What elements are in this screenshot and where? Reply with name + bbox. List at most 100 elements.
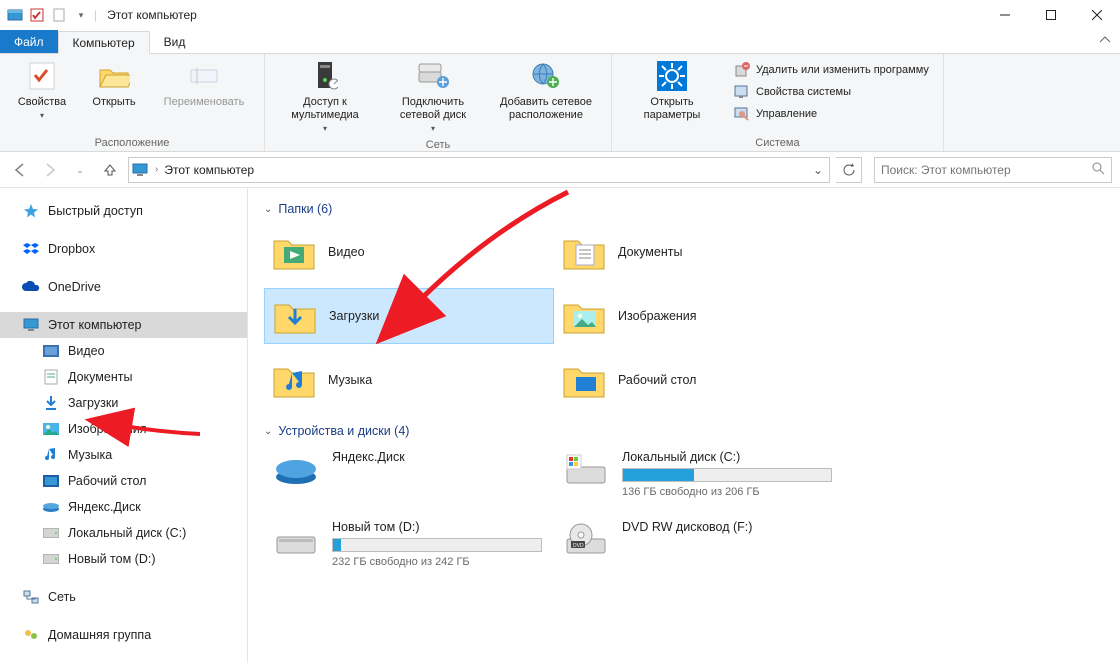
uninstall-label: Удалить или изменить программу	[756, 64, 929, 76]
chevron-right-icon[interactable]: ›	[153, 164, 160, 175]
map-drive-button[interactable]: Подключить сетевой диск ▾	[383, 58, 483, 137]
properties-label: Свойства	[18, 96, 66, 109]
folder-desktop-icon	[562, 358, 606, 402]
navigation-pane: Быстрый доступ Dropbox OneDrive Этот ком…	[0, 188, 248, 663]
search-box[interactable]	[874, 157, 1112, 183]
sidebar-homegroup[interactable]: Домашняя группа	[0, 622, 247, 648]
folder-docs-icon	[562, 230, 606, 274]
sidebar-local-c[interactable]: Локальный диск (C:)	[0, 520, 247, 546]
sidebar-downloads[interactable]: Загрузки	[0, 390, 247, 416]
qat-properties-icon[interactable]	[28, 6, 46, 24]
drive-icon	[42, 524, 60, 542]
folder-tile-pictures[interactable]: Изображения	[554, 288, 844, 344]
open-button[interactable]: Открыть	[82, 58, 146, 111]
maximize-button[interactable]	[1028, 0, 1074, 30]
sidebar-onedrive[interactable]: OneDrive	[0, 274, 247, 300]
sidebar-quick-access[interactable]: Быстрый доступ	[0, 198, 247, 224]
folder-tile-docs[interactable]: Документы	[554, 224, 844, 280]
sidebar-pictures-label: Изображения	[68, 422, 147, 436]
manage-label: Управление	[756, 108, 817, 120]
dvd-drive-icon: DVD	[562, 520, 610, 560]
drive-tile-d[interactable]: Новый том (D:) 232 ГБ свободно из 242 ГБ	[264, 516, 554, 572]
ribbon: Свойства ▾ Открыть Переименовать Располо…	[0, 54, 1120, 152]
sidebar-new-vol-d[interactable]: Новый том (D:)	[0, 546, 247, 572]
rename-icon	[188, 60, 220, 92]
folder-tile-music[interactable]: Музыка	[264, 352, 554, 408]
nav-forward-button[interactable]	[38, 158, 62, 182]
address-dropdown-icon[interactable]: ⌄	[809, 163, 827, 177]
sidebar-docs-label: Документы	[68, 370, 132, 384]
folder-tile-video[interactable]: Видео	[264, 224, 554, 280]
ribbon-collapse-icon[interactable]	[1090, 30, 1120, 53]
sidebar-yadisk[interactable]: Яндекс.Диск	[0, 494, 247, 520]
qat-blank-icon[interactable]	[50, 6, 68, 24]
sidebar-pictures[interactable]: Изображения	[0, 416, 247, 442]
sidebar-network-label: Сеть	[48, 590, 76, 604]
map-drive-label: Подключить сетевой диск	[400, 96, 466, 122]
open-settings-label: Открыть параметры	[644, 96, 701, 122]
media-access-button[interactable]: Доступ к мультимедиа ▾	[275, 58, 375, 137]
group-location-label: Расположение	[10, 135, 254, 149]
nav-recent-dropdown[interactable]: ⌄	[68, 158, 92, 182]
drives-group-header[interactable]: ⌄ Устройства и диски (4)	[264, 424, 1104, 438]
drive-d-free: 232 ГБ свободно из 242 ГБ	[332, 556, 546, 568]
document-icon	[42, 368, 60, 386]
open-settings-button[interactable]: Открыть параметры	[622, 58, 722, 124]
sidebar-desktop[interactable]: Рабочий стол	[0, 468, 247, 494]
folder-tile-desktop[interactable]: Рабочий стол	[554, 352, 844, 408]
sidebar-network[interactable]: Сеть	[0, 584, 247, 610]
network-globe-icon	[530, 60, 562, 92]
chevron-down-icon: ⌄	[264, 204, 272, 215]
media-tower-icon	[309, 60, 341, 92]
folder-desktop-label: Рабочий стол	[618, 373, 696, 387]
qat-dropdown-icon[interactable]: ▾	[72, 6, 90, 24]
tab-view[interactable]: Вид	[150, 30, 200, 53]
rename-button: Переименовать	[154, 58, 254, 111]
add-network-location-button[interactable]: Добавить сетевое расположение	[491, 58, 601, 124]
properties-button[interactable]: Свойства ▾	[10, 58, 74, 124]
sidebar-video[interactable]: Видео	[0, 338, 247, 364]
breadcrumb-this-pc[interactable]: Этот компьютер	[164, 163, 254, 177]
folder-tile-downloads[interactable]: Загрузки	[264, 288, 554, 344]
search-input[interactable]	[881, 163, 1071, 177]
folder-downloads-icon	[273, 294, 317, 338]
drive-d-label: Новый том (D:)	[332, 520, 546, 534]
chevron-down-icon: ⌄	[264, 426, 272, 437]
tab-computer[interactable]: Компьютер	[58, 31, 150, 54]
system-properties-button[interactable]: Свойства системы	[730, 82, 933, 102]
drive-tile-dvd[interactable]: DVD DVD RW дисковод (F:)	[554, 516, 844, 572]
this-pc-icon	[131, 161, 149, 179]
manage-button[interactable]: Управление	[730, 104, 933, 124]
onedrive-icon	[22, 278, 40, 296]
drive-c-free: 136 ГБ свободно из 206 ГБ	[622, 486, 836, 498]
sidebar-music[interactable]: Музыка	[0, 442, 247, 468]
refresh-button[interactable]	[836, 157, 862, 183]
address-bar[interactable]: › Этот компьютер ⌄	[128, 157, 830, 183]
sidebar-quick-label: Быстрый доступ	[48, 204, 143, 218]
sidebar-docs[interactable]: Документы	[0, 364, 247, 390]
tab-file[interactable]: Файл	[0, 30, 58, 53]
network-icon	[22, 588, 40, 606]
group-network-label: Сеть	[275, 137, 601, 151]
nav-up-button[interactable]	[98, 158, 122, 182]
ribbon-tabs: Файл Компьютер Вид	[0, 30, 1120, 54]
rename-label: Переименовать	[164, 96, 245, 109]
drive-tile-c[interactable]: Локальный диск (C:) 136 ГБ свободно из 2…	[554, 446, 844, 502]
sidebar-dropbox[interactable]: Dropbox	[0, 236, 247, 262]
folders-group-header[interactable]: ⌄ Папки (6)	[264, 202, 1104, 216]
folder-pictures-label: Изображения	[618, 309, 697, 323]
folder-video-label: Видео	[328, 245, 365, 259]
desktop-icon	[42, 472, 60, 490]
download-arrow-icon	[42, 394, 60, 412]
group-system-label: Система	[622, 135, 933, 149]
sidebar-homegroup-label: Домашняя группа	[48, 628, 151, 642]
drive-tile-yadisk[interactable]: Яндекс.Диск	[264, 446, 554, 502]
uninstall-programs-button[interactable]: Удалить или изменить программу	[730, 60, 933, 80]
settings-gear-icon	[656, 60, 688, 92]
close-button[interactable]	[1074, 0, 1120, 30]
minimize-button[interactable]	[982, 0, 1028, 30]
app-icon	[6, 6, 24, 24]
sidebar-this-pc[interactable]: Этот компьютер	[0, 312, 247, 338]
folder-music-icon	[272, 358, 316, 402]
nav-back-button[interactable]	[8, 158, 32, 182]
